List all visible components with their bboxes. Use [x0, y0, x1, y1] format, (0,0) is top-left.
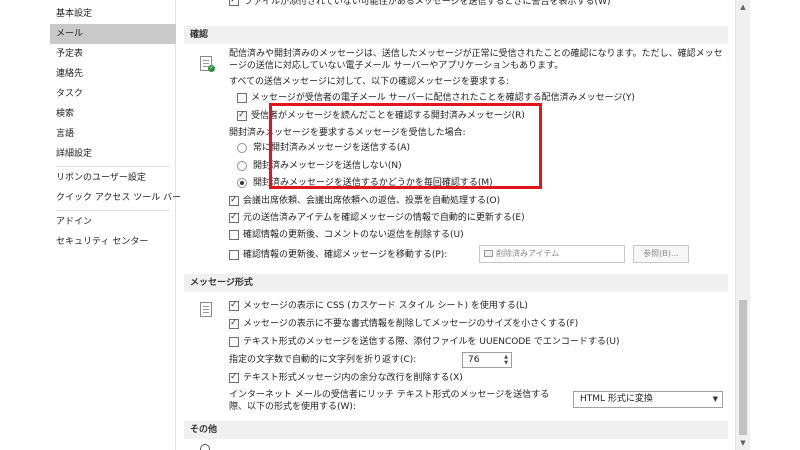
sidebar-item-language[interactable]: 言語 [50, 124, 176, 144]
format-section-header: メッセージ形式 [184, 274, 728, 292]
sidebar-item-advanced[interactable]: 詳細設定 [50, 144, 176, 164]
attachment-warning-label: ファイルが添付されていない可能性があるメッセージを送信するときに警告を表示する(… [244, 0, 611, 7]
tracking-document-icon: ✓ [200, 56, 215, 72]
use-css-label: メッセージの表示に CSS (カスケード スタイル シート) を使用する(L) [243, 301, 528, 311]
checkmark-icon: ✓ [208, 65, 215, 72]
uuencode-checkbox[interactable] [229, 337, 239, 347]
stepper-arrows-icon[interactable]: ▲ ▼ [503, 354, 509, 366]
delivery-receipt-checkbox[interactable] [237, 93, 247, 103]
update-original-checkbox[interactable] [229, 212, 239, 223]
sidebar-item-quick-access-toolbar[interactable]: クイック アクセス ツール バー [50, 188, 181, 208]
radio-ask-each-time[interactable] [237, 178, 247, 188]
move-receipts-label: 確認情報の更新後、確認メッセージを移動する(P): [243, 250, 448, 260]
format-document-icon [200, 302, 212, 317]
sidebar-divider [56, 166, 170, 167]
use-css-checkbox[interactable] [229, 300, 239, 311]
remove-line-breaks-label: テキスト形式メッセージ内の余分な改行を削除する(X) [243, 373, 463, 383]
highlight-annotation-box [269, 103, 542, 189]
sidebar-item-general[interactable]: 基本設定 [50, 4, 176, 24]
auto-process-label: 会議出席依頼、会議出席依頼への返信、投票を自動処理する(O) [243, 196, 501, 206]
all-sent-label: すべての送信メッセージに対して、以下の確認メッセージを要求する: [229, 77, 509, 87]
radio-always-send[interactable] [237, 143, 247, 153]
options-content: ファイルが添付されていない可能性があるメッセージを送信するときに警告を表示する(… [177, 0, 735, 450]
sidebar-item-trust-center[interactable]: セキュリティ センター [50, 232, 176, 252]
move-receipts-checkbox[interactable] [229, 250, 239, 260]
receipts-folder-value: 削除済みアイテム [496, 249, 560, 258]
outlook-options-window: 基本設定 メール 予定表 連絡先 タスク 検索 言語 詳細設定 リボンのユーザー… [50, 0, 750, 450]
remove-formatting-checkbox[interactable] [229, 318, 239, 329]
internet-format-select[interactable]: HTML 形式に変換 ▼ [573, 391, 723, 408]
options-sidebar: 基本設定 メール 予定表 連絡先 タスク 検索 言語 詳細設定 リボンのユーザー… [50, 0, 181, 450]
scroll-down-icon[interactable]: ▼ [738, 438, 748, 448]
other-section-header: その他 [184, 421, 728, 439]
tracking-section-header: 確認 [184, 26, 728, 44]
sidebar-item-mail[interactable]: メール [50, 24, 176, 44]
uuencode-label: テキスト形式のメッセージを送信する際、添付ファイルを UUENCODE でエンコ… [243, 337, 620, 347]
sidebar-item-search[interactable]: 検索 [50, 104, 176, 124]
update-original-label: 元の送信済みアイテムを確認メッセージの情報で自動的に更新する(E) [243, 213, 525, 223]
chevron-down-icon: ▼ [712, 395, 718, 403]
scrollbar-thumb[interactable] [739, 300, 747, 435]
internet-format-label: インターネット メールの受信者にリッチ テキスト形式のメッセージを送信する際、以… [229, 390, 550, 412]
read-receipt-checkbox[interactable] [237, 110, 247, 121]
sidebar-divider [56, 210, 170, 211]
remove-formatting-label: メッセージの表示に不要な書式情報を削除してメッセージのサイズを小さくする(F) [243, 319, 579, 329]
delete-blank-replies-checkbox[interactable] [229, 230, 239, 240]
sidebar-item-tasks[interactable]: タスク [50, 84, 176, 104]
wrap-width-stepper[interactable]: 76 ▲ ▼ [462, 352, 512, 368]
sidebar-item-addins[interactable]: アドイン [50, 212, 176, 232]
tracking-description: 配信済みや開封済みのメッセージは、送信したメッセージが正常に受信されたことの確認… [229, 49, 723, 71]
content-scrollbar[interactable]: ▲ ▼ [735, 0, 750, 450]
folder-icon [484, 250, 493, 257]
attachment-warning-checkbox[interactable] [229, 0, 239, 6]
refresh-icon [200, 444, 210, 450]
wrap-text-label: 指定の文字数で自動的に文字列を折り返す(C): [229, 355, 417, 365]
internet-format-value: HTML 形式に変換 [580, 394, 653, 404]
auto-process-checkbox[interactable] [229, 195, 239, 206]
sidebar-item-calendar[interactable]: 予定表 [50, 44, 176, 64]
radio-never-send[interactable] [237, 161, 247, 171]
delete-blank-replies-label: 確認情報の更新後、コメントのない返信を削除する(U) [243, 230, 464, 240]
scroll-up-icon[interactable]: ▲ [738, 2, 748, 12]
browse-button[interactable]: 参照(B)... [633, 245, 689, 263]
wrap-width-value: 76 [468, 355, 480, 365]
remove-line-breaks-checkbox[interactable] [229, 372, 239, 383]
receipts-folder-field[interactable]: 削除済みアイテム [479, 245, 625, 263]
sidebar-item-people[interactable]: 連絡先 [50, 64, 176, 84]
sidebar-item-customize-ribbon[interactable]: リボンのユーザー設定 [50, 168, 176, 188]
